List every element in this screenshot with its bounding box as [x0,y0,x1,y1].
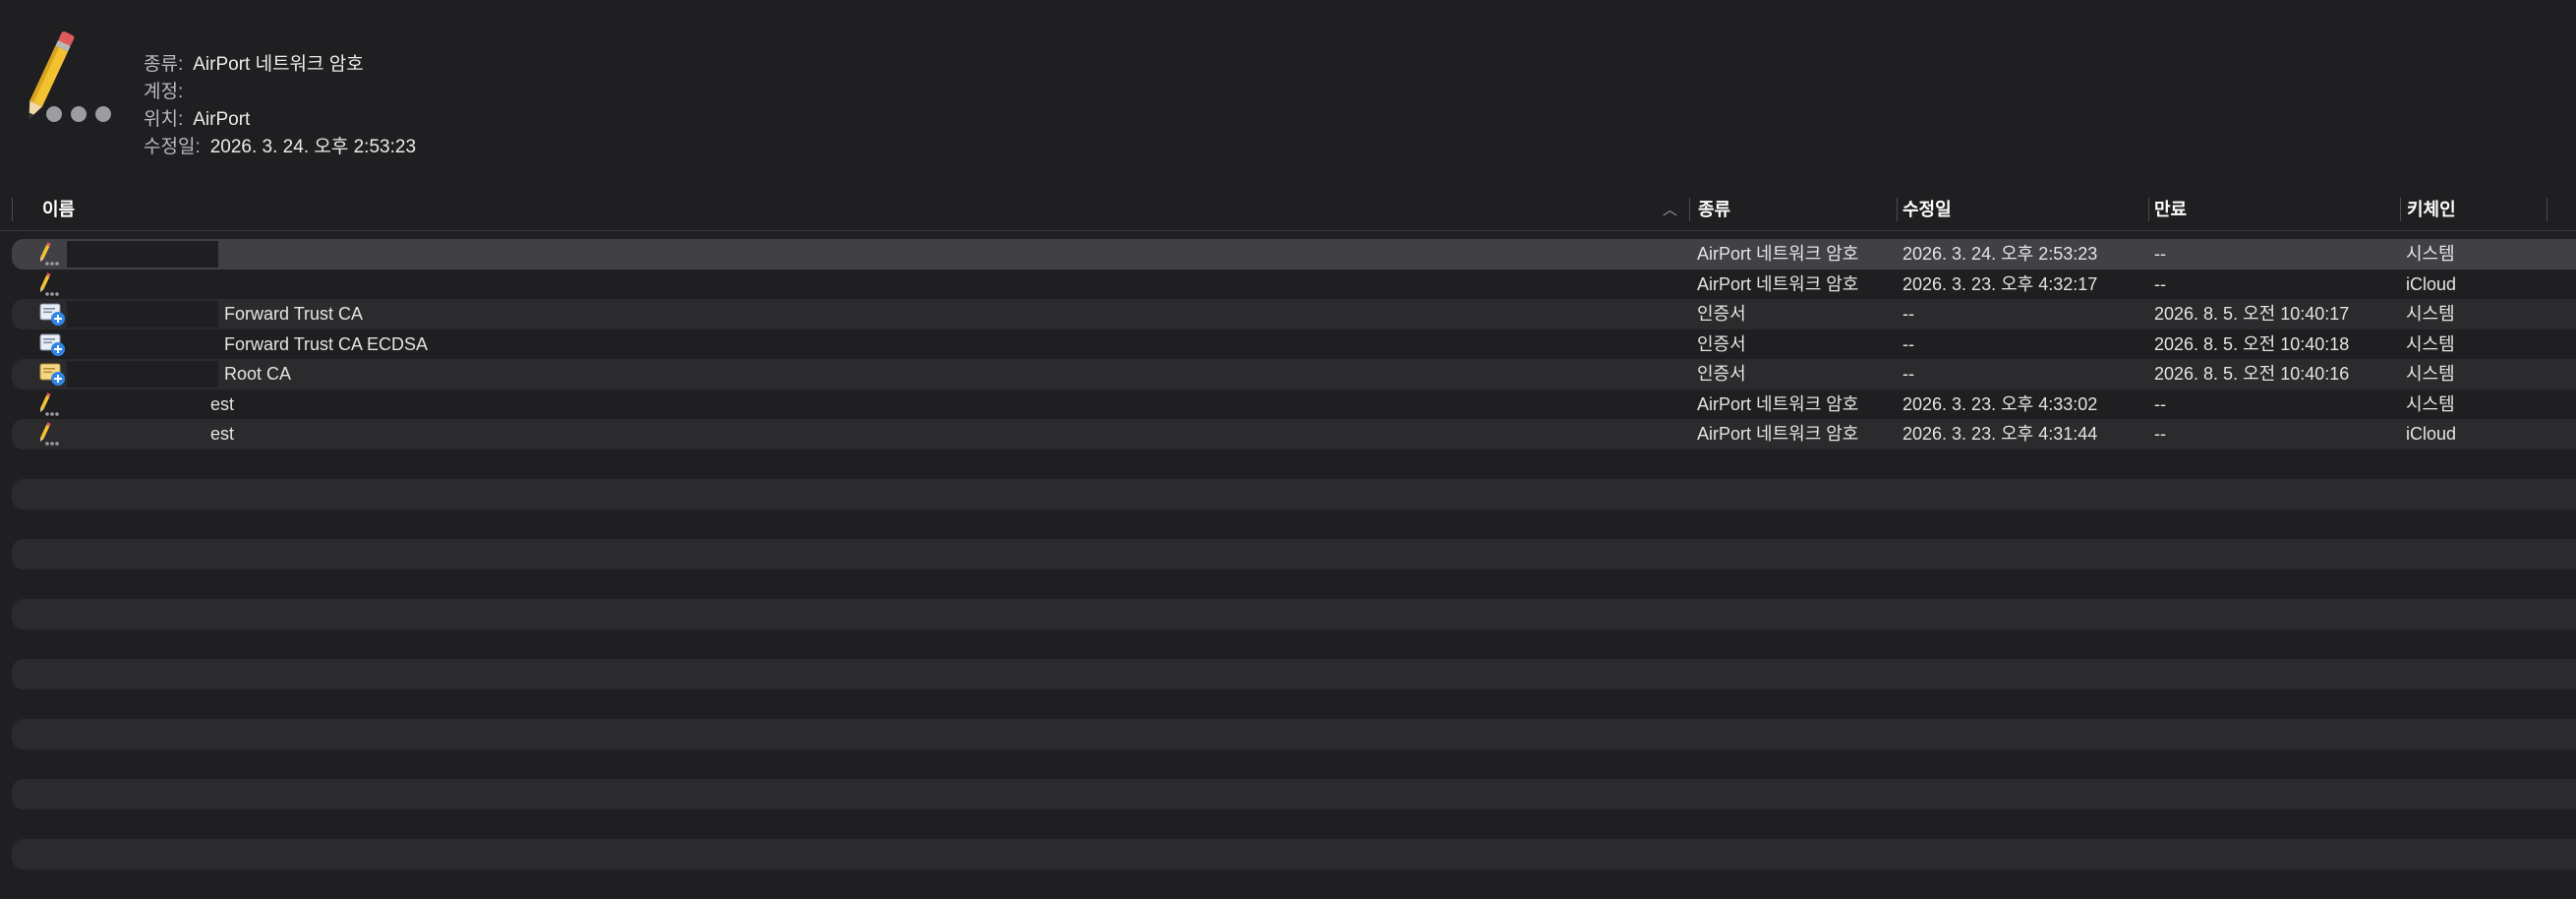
column-separator[interactable] [1897,198,1898,221]
row-kind: 인증서 [1697,299,1746,330]
redacted-name [67,301,218,328]
row-expires: 2026. 8. 5. 오전 10:40:17 [2154,299,2349,330]
column-separator[interactable] [2400,198,2401,221]
table-row[interactable]: AirPort 네트워크 암호 2026. 3. 24. 오후 2:53:23 … [0,239,2576,270]
table-row[interactable]: AirPort 네트워크 암호 2026. 3. 23. 오후 4:32:17 … [0,270,2576,300]
empty-row [0,719,2576,749]
empty-row [0,839,2576,869]
empty-row [0,749,2576,780]
certificate-icon [37,302,67,328]
row-modified: 2026. 3. 24. 오후 2:53:23 [1903,239,2097,270]
pencil-icon [37,422,67,448]
row-kind: AirPort 네트워크 암호 [1697,239,1858,270]
pencil-icon [37,242,67,268]
empty-row [0,509,2576,540]
table-row[interactable]: est AirPort 네트워크 암호 2026. 3. 23. 오후 4:33… [0,390,2576,420]
table-header: 이름 ︿ 종류 수정일 만료 키체인 [0,189,2576,231]
empty-row [0,629,2576,660]
row-expires: -- [2154,419,2166,450]
row-keychain: 시스템 [2406,299,2455,330]
column-separator[interactable] [12,198,13,221]
empty-row [0,569,2576,600]
row-keychain: 시스템 [2406,330,2455,360]
row-name: est [210,390,234,420]
row-expires: -- [2154,390,2166,420]
redacted-name [67,361,218,388]
empty-row [0,689,2576,720]
row-name: Root CA [224,359,291,390]
column-header-modified[interactable]: 수정일 [1903,189,1952,230]
column-header-kind[interactable]: 종류 [1698,189,1730,230]
row-keychain: 시스템 [2406,239,2455,270]
table-row[interactable]: Root CA 인증서 -- 2026. 8. 5. 오전 10:40:16 시… [0,359,2576,390]
column-separator[interactable] [1689,198,1690,221]
row-modified: 2026. 3. 23. 오후 4:31:44 [1903,419,2097,450]
column-header-name[interactable]: 이름 [42,189,75,230]
row-modified: -- [1903,299,1914,330]
redacted-name [67,271,218,298]
column-header-expires[interactable]: 만료 [2154,189,2187,230]
certificate-root-icon [37,362,67,388]
info-modified-label: 수정일: [144,134,201,161]
info-where-label: 위치: [144,106,183,134]
table-row[interactable]: Forward Trust CA 인증서 -- 2026. 8. 5. 오전 1… [0,299,2576,330]
row-name: Forward Trust CA [224,299,363,330]
row-kind: 인증서 [1697,330,1746,360]
redacted-name [67,421,210,448]
info-kind-label: 종류: [144,51,183,79]
empty-row [0,869,2576,899]
row-modified: -- [1903,359,1914,390]
info-where-value: AirPort [193,106,250,134]
empty-row [0,539,2576,569]
row-kind: AirPort 네트워크 암호 [1697,390,1858,420]
empty-row [0,809,2576,840]
empty-row [0,450,2576,480]
row-expires: 2026. 8. 5. 오전 10:40:16 [2154,359,2349,390]
sort-ascending-icon: ︿ [1663,189,1677,230]
row-modified: -- [1903,330,1914,360]
pencil-key-icon [18,30,126,132]
empty-row [0,779,2576,809]
table-row[interactable]: Forward Trust CA ECDSA 인증서 -- 2026. 8. 5… [0,330,2576,360]
row-keychain: 시스템 [2406,359,2455,390]
row-modified: 2026. 3. 23. 오후 4:33:02 [1903,390,2097,420]
certificate-icon [37,332,67,358]
row-name: est [210,419,234,450]
row-modified: 2026. 3. 23. 오후 4:32:17 [1903,270,2097,300]
info-modified: 수정일: 2026. 3. 24. 오후 2:53:23 [144,134,416,161]
info-where: 위치: AirPort [144,106,416,134]
row-kind: AirPort 네트워크 암호 [1697,270,1858,300]
row-expires: -- [2154,270,2166,300]
row-kind: 인증서 [1697,359,1746,390]
pencil-icon [37,392,67,418]
info-modified-value: 2026. 3. 24. 오후 2:53:23 [210,134,416,161]
row-kind: AirPort 네트워크 암호 [1697,419,1858,450]
keychain-item-list: AirPort 네트워크 암호 2026. 3. 24. 오후 2:53:23 … [0,239,2576,899]
redacted-name [67,241,218,268]
row-expires: -- [2154,239,2166,270]
row-keychain: iCloud [2406,270,2456,300]
row-name: Forward Trust CA ECDSA [224,330,428,360]
column-separator[interactable] [2148,198,2149,221]
empty-row [0,599,2576,629]
column-header-keychain[interactable]: 키체인 [2407,189,2456,230]
row-keychain: iCloud [2406,419,2456,450]
redacted-name [67,391,210,418]
table-row[interactable]: est AirPort 네트워크 암호 2026. 3. 23. 오후 4:31… [0,419,2576,450]
empty-row [0,479,2576,509]
redacted-name [67,331,218,358]
info-account-label: 계정: [144,79,183,106]
info-kind-value: AirPort 네트워크 암호 [193,51,364,79]
item-inspector: 종류: AirPort 네트워크 암호 계정: 위치: AirPort 수정일:… [0,0,2576,192]
info-kind: 종류: AirPort 네트워크 암호 [144,51,416,79]
pencil-icon [37,272,67,298]
info-account: 계정: [144,79,416,106]
row-keychain: 시스템 [2406,390,2455,420]
empty-row [0,659,2576,689]
row-expires: 2026. 8. 5. 오전 10:40:18 [2154,330,2349,360]
